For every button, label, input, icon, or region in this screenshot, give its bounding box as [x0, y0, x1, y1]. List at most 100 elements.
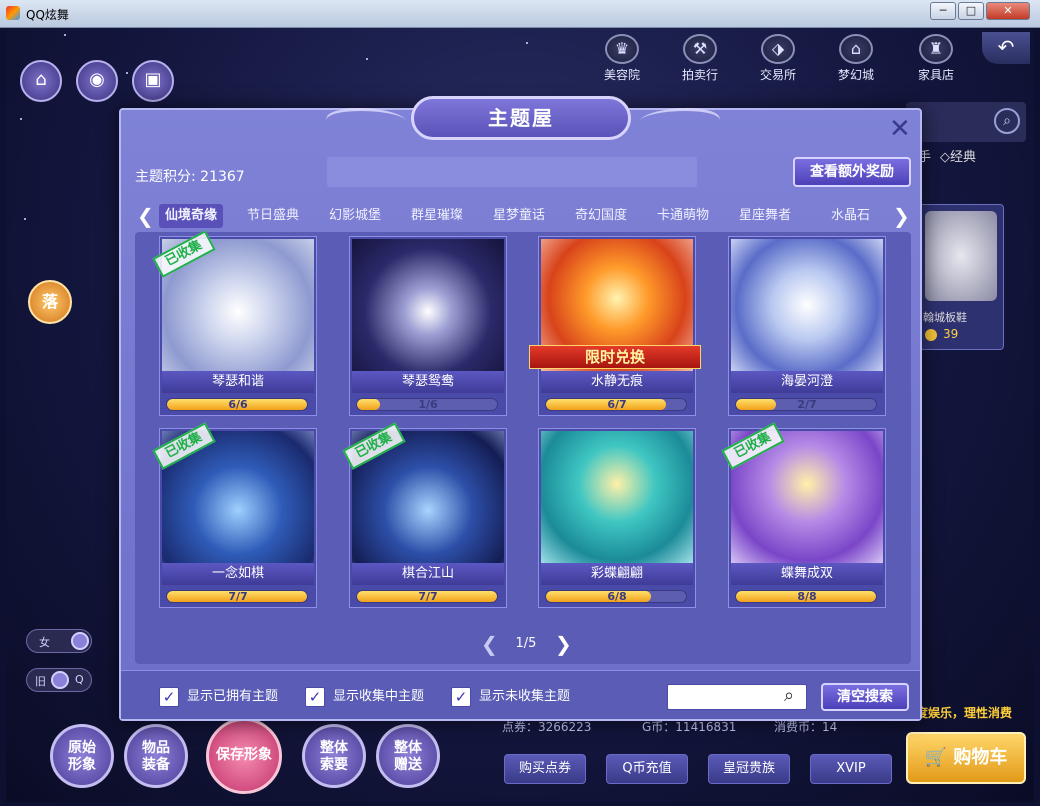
button-label: 赠送 [394, 757, 422, 773]
blurred-banner [327, 157, 697, 187]
theme-card[interactable]: 海晏河澄 2/7 [728, 236, 886, 416]
progress-bar: 6/7 [545, 398, 687, 411]
star-decoration [126, 72, 128, 74]
tab-star-dream[interactable]: 星梦童话 [493, 204, 545, 228]
dream-city-icon: ⌂ [839, 34, 873, 64]
limited-exchange-ribbon: 限时兑换 [529, 345, 701, 369]
progress-bar: 6/6 [166, 398, 308, 411]
cart-button[interactable]: 🛒 购物车 [906, 732, 1026, 784]
theme-card[interactable]: 一念如棋 7/7 已收集 [152, 422, 317, 608]
save-look-button[interactable]: 保存形象 [206, 718, 282, 794]
search-icon[interactable]: ⌕ [994, 108, 1020, 134]
search-icon[interactable]: ⌕ [784, 685, 794, 706]
topnav-label: 家具店 [917, 68, 954, 82]
button-label: 索要 [320, 757, 348, 773]
theme-name: 棋合江山 [352, 563, 504, 585]
tab-festival[interactable]: 节日盛典 [247, 204, 299, 228]
tab-crystal[interactable]: 水晶石 [831, 204, 870, 228]
home-button[interactable]: ⌂ [20, 60, 62, 102]
tab-cartoon[interactable]: 卡通萌物 [657, 204, 709, 228]
search-box: ⌕ [667, 684, 807, 710]
shop-item-card[interactable]: 翰城板鞋 39 [918, 204, 1004, 350]
toggle-left-label: 旧 [35, 675, 46, 688]
progress-text: 2/7 [797, 398, 817, 411]
shop-item-name: 翰城板鞋 [923, 311, 967, 324]
buy-points-button[interactable]: 购买点券 [504, 754, 586, 784]
tab-fairyland[interactable]: 仙境奇缘 [159, 204, 224, 228]
topnav-dream-city[interactable]: ⌂ 梦幻城 [830, 34, 882, 83]
xvip-button[interactable]: XVIP [810, 754, 892, 784]
topnav-auction[interactable]: ⚒ 拍卖行 [674, 34, 726, 83]
checkmark-icon: ✓ [451, 687, 471, 707]
theme-card[interactable]: 琴瑟鸳鸯 1/6 [349, 236, 507, 416]
page-indicator: 1/5 [515, 636, 537, 651]
chevron-right-icon[interactable]: ❯ [893, 204, 910, 228]
theme-name: 彩蝶翩翩 [541, 563, 693, 585]
pill-button[interactable]: ◉ [76, 60, 118, 102]
shop-tab-classic[interactable]: ◇经典 [940, 146, 976, 165]
theme-card[interactable]: 彩蝶翩翩 6/8 [538, 428, 696, 608]
checkbox-label: 显示已拥有主题 [187, 689, 279, 704]
theme-card[interactable]: 棋合江山 7/7 已收集 [342, 422, 507, 608]
coin-icon [925, 329, 937, 341]
theme-name: 水静无痕 [541, 371, 693, 393]
slogan-text: 度娱乐，理性消费 [916, 706, 1013, 720]
window-titlebar: QQ炫舞 ─ □ ✕ [0, 0, 1040, 28]
theme-name: 蝶舞成双 [731, 563, 883, 585]
tab-fantasy-kingdom[interactable]: 奇幻国度 [575, 204, 627, 228]
shoe-image [925, 211, 997, 301]
theme-name: 海晏河澄 [731, 371, 883, 393]
tab-zodiac-dancer[interactable]: 星座舞者 [739, 204, 791, 228]
topnav-exchange[interactable]: ⬗ 交易所 [752, 34, 804, 83]
checkmark-icon: ✓ [159, 687, 179, 707]
theme-card[interactable]: 琴瑟和谐 6/6 已收集 [152, 230, 317, 416]
progress-text: 6/8 [607, 590, 627, 603]
original-look-button[interactable]: 原始 形象 [50, 724, 114, 788]
progress-text: 7/7 [418, 590, 438, 603]
tab-stars[interactable]: 群星璀璨 [411, 204, 463, 228]
theme-image [352, 239, 504, 371]
topnav-label: 梦幻城 [837, 68, 874, 82]
gift-button[interactable]: ▣ [132, 60, 174, 102]
star-decoration [24, 218, 26, 220]
page-next-icon[interactable]: ❯ [555, 632, 572, 656]
topnav-beauty-salon[interactable]: ♛ 美容院 [596, 34, 648, 83]
view-extra-rewards-button[interactable]: 查看额外奖励 [793, 157, 911, 187]
old-ui-toggle[interactable]: 旧 Q [26, 668, 92, 692]
gender-toggle[interactable]: 女 [26, 629, 92, 653]
maximize-button[interactable]: □ [958, 2, 984, 20]
minimize-button[interactable]: ─ [930, 2, 956, 20]
toggle-knob [71, 632, 89, 650]
exchange-icon: ⬗ [761, 34, 795, 64]
chevron-left-icon[interactable]: ❮ [137, 204, 154, 228]
button-label: 形象 [68, 757, 96, 773]
page-prev-icon[interactable]: ❮ [481, 632, 498, 656]
toggle-right-label: Q [75, 673, 84, 686]
request-outfit-button[interactable]: 整体 索要 [302, 724, 366, 788]
search-input[interactable] [672, 687, 780, 707]
button-label: 物品 [142, 740, 170, 756]
topnav-label: 美容院 [603, 68, 640, 82]
equipment-button[interactable]: 物品 装备 [124, 724, 188, 788]
back-arrow-icon[interactable]: ↶ [982, 32, 1030, 64]
drop-badge[interactable]: 落 [28, 280, 72, 324]
wing-decoration [319, 108, 415, 134]
star-decoration [526, 42, 528, 44]
theme-house-dialog: 主题屋 ✕ 主题积分: 21367 查看额外奖励 ❮ 仙境奇缘 节日盛典 幻影城… [119, 96, 922, 721]
clear-search-button[interactable]: 清空搜索 [821, 683, 909, 711]
topnav-furniture[interactable]: ♜ 家具店 [910, 34, 962, 83]
tab-phantom-castle[interactable]: 幻影城堡 [329, 204, 381, 228]
crown-noble-button[interactable]: 皇冠贵族 [708, 754, 790, 784]
gift-outfit-button[interactable]: 整体 赠送 [376, 724, 440, 788]
qcoin-recharge-button[interactable]: Q币充值 [606, 754, 688, 784]
button-label: 原始 [68, 740, 96, 756]
button-label: 整体 [320, 740, 348, 756]
theme-score: 主题积分: 21367 [135, 169, 245, 185]
cart-label: 购物车 [953, 747, 1008, 768]
close-icon[interactable]: ✕ [889, 114, 911, 144]
shop-item-price: 39 [943, 327, 959, 341]
theme-card[interactable]: 水静无痕 6/7 限时兑换 [529, 236, 701, 416]
theme-card[interactable]: 蝶舞成双 8/8 已收集 [721, 422, 886, 608]
checkbox-label: 显示未收集主题 [479, 689, 571, 704]
close-window-button[interactable]: ✕ [986, 2, 1030, 20]
